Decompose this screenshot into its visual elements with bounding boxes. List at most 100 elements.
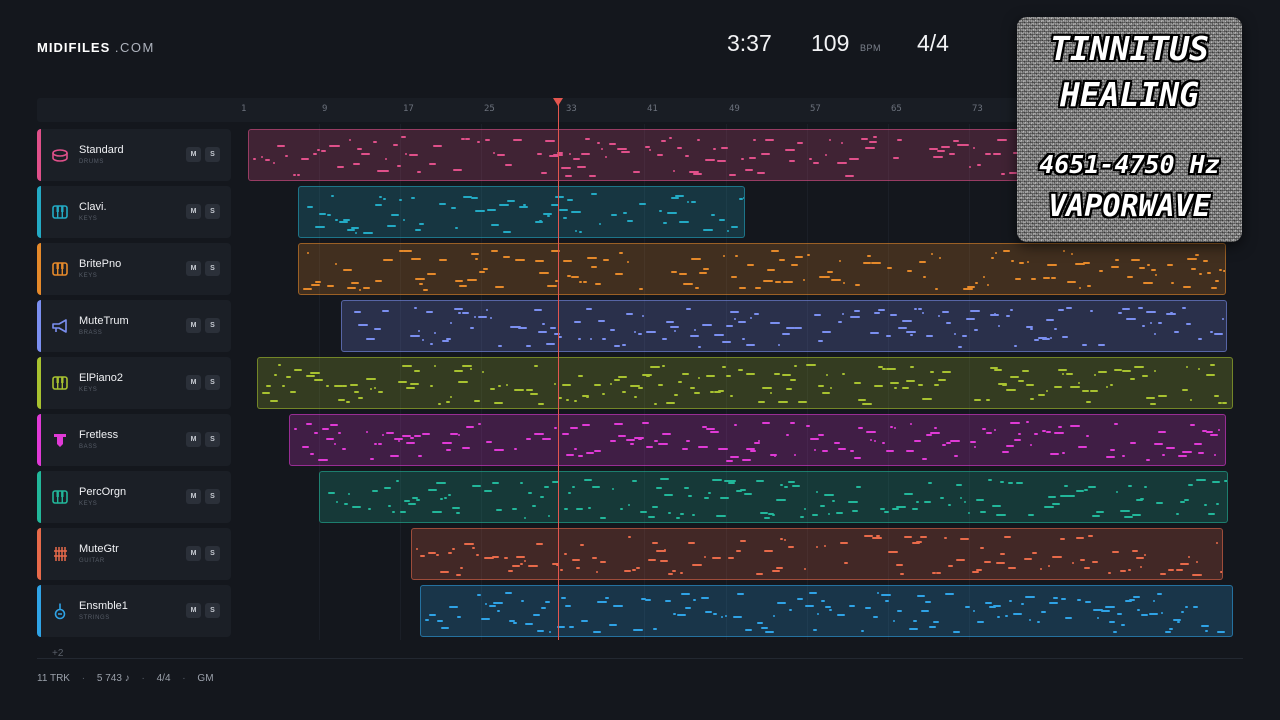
midi-note	[1157, 593, 1162, 595]
midi-note	[399, 199, 402, 201]
midi-note	[512, 508, 517, 510]
midi-note	[806, 425, 810, 427]
midi-note	[610, 329, 615, 331]
midi-note	[704, 556, 706, 558]
midi-note	[933, 621, 939, 623]
track-clip[interactable]	[298, 186, 745, 238]
midi-note	[414, 370, 420, 372]
midi-note	[794, 365, 797, 367]
solo-button[interactable]: S	[205, 546, 220, 561]
mute-button[interactable]: M	[186, 546, 201, 561]
track-color-bar	[37, 129, 41, 181]
track-clip[interactable]	[319, 471, 1228, 523]
midi-note	[913, 620, 917, 622]
midi-note	[554, 383, 556, 385]
track-header-fretless[interactable]: Fretless BASS M S	[37, 414, 231, 466]
midi-note	[1088, 486, 1096, 488]
mute-button[interactable]: M	[186, 204, 201, 219]
midi-note	[564, 508, 568, 510]
midi-note	[1212, 481, 1220, 483]
track-header-percorgn[interactable]: PercOrgn KEYS M S	[37, 471, 231, 523]
track-header-ensmble1[interactable]: Ensmble1 STRINGS M S	[37, 585, 231, 637]
solo-button[interactable]: S	[205, 204, 220, 219]
mute-button[interactable]: M	[186, 432, 201, 447]
midi-note	[842, 313, 844, 315]
track-clip[interactable]	[298, 243, 1226, 295]
midi-note	[433, 145, 442, 147]
midi-note	[881, 594, 891, 596]
midi-note	[579, 281, 582, 283]
midi-note	[960, 538, 969, 540]
midi-note	[865, 607, 871, 609]
midi-note	[975, 282, 978, 284]
midi-note	[352, 506, 361, 508]
midi-note	[839, 260, 841, 262]
track-clip[interactable]	[420, 585, 1233, 637]
midi-note	[660, 560, 668, 562]
mute-button[interactable]: M	[186, 375, 201, 390]
midi-note	[374, 387, 376, 389]
midi-note	[594, 384, 601, 386]
midi-note	[593, 631, 601, 633]
solo-button[interactable]: S	[205, 147, 220, 162]
midi-note	[794, 327, 802, 329]
solo-button[interactable]: S	[205, 603, 220, 618]
solo-button[interactable]: S	[205, 432, 220, 447]
midi-note	[1216, 542, 1218, 544]
midi-note	[520, 563, 523, 565]
midi-note	[354, 311, 361, 313]
midi-note	[515, 259, 525, 261]
mute-button[interactable]: M	[186, 261, 201, 276]
track-header-elpiano2[interactable]: ElPiano2 KEYS M S	[37, 357, 231, 409]
track-clip[interactable]	[289, 414, 1226, 466]
track-header-clavi[interactable]: Clavi. KEYS M S	[37, 186, 231, 238]
playhead[interactable]	[558, 104, 559, 640]
mute-button[interactable]: M	[186, 603, 201, 618]
midi-note	[692, 564, 702, 566]
midi-note	[822, 331, 831, 333]
midi-note	[1198, 452, 1204, 454]
midi-note	[942, 371, 951, 373]
midi-note	[569, 626, 574, 628]
midi-note	[662, 365, 665, 367]
midi-note	[384, 487, 391, 489]
track-clip[interactable]	[341, 300, 1227, 352]
midi-note	[538, 331, 547, 333]
track-header-mutetrum[interactable]: MuteTrum BRASS M S	[37, 300, 231, 352]
midi-note	[646, 375, 650, 377]
track-header-mutegtr[interactable]: MuteGtr GUITAR M S	[37, 528, 231, 580]
midi-note	[676, 517, 680, 519]
track-clip[interactable]	[257, 357, 1233, 409]
midi-note	[575, 230, 577, 232]
track-clip[interactable]	[411, 528, 1223, 580]
mute-button[interactable]: M	[186, 318, 201, 333]
midi-note	[1002, 384, 1007, 386]
midi-note	[619, 252, 623, 254]
midi-note	[673, 613, 676, 615]
solo-button[interactable]: S	[205, 318, 220, 333]
track-header-britepno[interactable]: BritePno KEYS M S	[37, 243, 231, 295]
track-header-standard[interactable]: Standard DRUMS M S	[37, 129, 231, 181]
midi-note	[946, 442, 951, 444]
midi-note	[618, 376, 627, 378]
midi-note	[253, 158, 256, 160]
midi-note	[475, 258, 478, 260]
midi-note	[1181, 611, 1184, 613]
track-color-bar	[37, 471, 41, 523]
midi-note	[663, 222, 667, 224]
midi-note	[997, 139, 1007, 141]
midi-note	[618, 435, 626, 437]
midi-note	[1006, 389, 1016, 391]
solo-button[interactable]: S	[205, 261, 220, 276]
midi-note	[1158, 322, 1162, 324]
mute-button[interactable]: M	[186, 489, 201, 504]
midi-note	[397, 165, 401, 167]
midi-note	[597, 142, 600, 144]
midi-note	[306, 375, 315, 377]
mute-button[interactable]: M	[186, 147, 201, 162]
solo-button[interactable]: S	[205, 489, 220, 504]
solo-button[interactable]: S	[205, 375, 220, 390]
midi-note	[784, 486, 788, 488]
midi-note	[886, 368, 896, 370]
midi-note	[1006, 315, 1010, 317]
